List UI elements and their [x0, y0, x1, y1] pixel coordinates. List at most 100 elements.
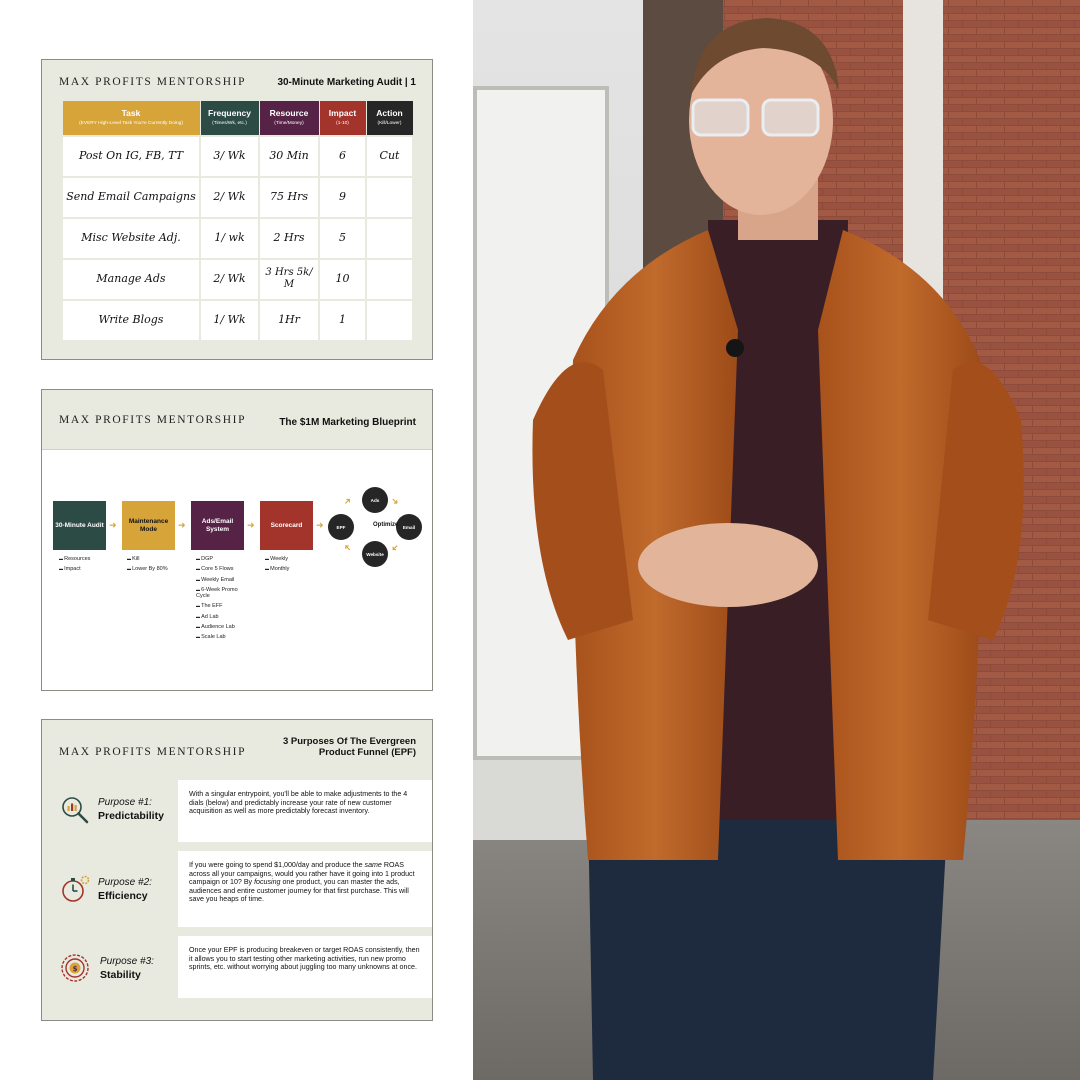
- stopwatch-gear-icon: [62, 875, 90, 902]
- column-header-frequency: Frequency (Times/Wk, etc.): [199, 100, 260, 136]
- scorecard-items: Weekly Monthly: [265, 556, 289, 578]
- slide-title: 30-Minute Marketing Audit | 1: [277, 77, 416, 88]
- resource-cell: 2 Hrs: [258, 216, 320, 260]
- impact-cell: 6: [318, 134, 367, 178]
- blueprint-slide: MAX PROFITS MENTORSHIP The $1M Marketing…: [41, 389, 433, 691]
- glasses-lens-left: [691, 98, 750, 137]
- step-scorecard: Scorecard: [260, 501, 313, 550]
- svg-text:$: $: [73, 965, 78, 973]
- audit-items: Resources Impact: [59, 556, 90, 578]
- impact-cell: 5: [318, 216, 367, 260]
- task-cell: Send Email Campaigns: [61, 175, 201, 219]
- table-row: Post On IG, FB, TT 3/ Wk 30 Min 6 Cut: [61, 134, 414, 178]
- impact-cell: 9: [318, 175, 367, 219]
- target-coin-icon: $: [61, 954, 89, 982]
- cycle-arrow-icon: ➜: [341, 541, 354, 555]
- impact-cell: 10: [318, 257, 367, 301]
- column-header-task: Task (EVERY High-Level Task You're Curren…: [61, 100, 201, 136]
- action-cell: [365, 175, 414, 219]
- action-cell: Cut: [365, 134, 414, 178]
- step-ads-email: Ads/Email System: [191, 501, 244, 550]
- list-item: Monthly: [265, 567, 289, 573]
- purpose-item: Purpose #1: Predictability With a singul…: [42, 780, 432, 842]
- cycle-arrow-icon: ➜: [341, 494, 354, 508]
- list-item: Lower By 80%: [127, 567, 167, 573]
- cycle-arrow-icon: ➜: [388, 541, 402, 555]
- resource-cell: 75 Hrs: [258, 175, 320, 219]
- list-item: Weekly Email: [196, 577, 246, 584]
- audit-slide: MAX PROFITS MENTORSHIP 30-Minute Marketi…: [41, 59, 433, 360]
- slide-header: MAX PROFITS MENTORSHIP The $1M Marketing…: [42, 390, 432, 450]
- column-header-action: Action (Kill/Lower): [365, 100, 414, 136]
- purpose-item: $ Purpose #3: Stability Once your EPF is…: [42, 936, 432, 998]
- task-cell: Post On IG, FB, TT: [61, 134, 201, 178]
- maintenance-items: Kill Lower By 80%: [127, 556, 168, 578]
- presenter-photo: [473, 0, 1080, 1080]
- purpose-number: Purpose #2:: [98, 877, 152, 888]
- frequency-cell: 2/ Wk: [199, 175, 260, 219]
- lapel-microphone: [726, 339, 744, 357]
- purpose-number: Purpose #3:: [100, 956, 154, 967]
- frequency-cell: 2/ Wk: [199, 257, 260, 301]
- brand-logo: MAX PROFITS MENTORSHIP: [59, 414, 247, 426]
- list-item: Kill: [127, 556, 168, 563]
- list-item: Resources: [59, 556, 90, 563]
- task-cell: Misc Website Adj.: [61, 216, 201, 260]
- table-row: Manage Ads 2/ Wk 3 Hrs 5k/ M 10: [61, 257, 414, 301]
- task-cell: Write Blogs: [61, 298, 201, 342]
- column-header-resource: Resource (Time/Money): [258, 100, 320, 136]
- cycle-node-ads: Ads: [362, 487, 388, 513]
- resource-cell: 1Hr: [258, 298, 320, 342]
- list-item: 6-Week Promo Cycle: [196, 587, 246, 600]
- arrow-right-icon: ➜: [178, 520, 186, 530]
- purpose-item: Purpose #2: Efficiency If you were going…: [42, 851, 432, 927]
- purpose-name: Predictability: [98, 810, 164, 822]
- frequency-cell: 1/ wk: [199, 216, 260, 260]
- table-row: Misc Website Adj. 1/ wk 2 Hrs 5: [61, 216, 414, 260]
- purpose-description: Once your EPF is producing breakeven or …: [178, 936, 432, 998]
- cycle-arrow-icon: ➜: [388, 494, 402, 508]
- list-item: Impact: [59, 567, 90, 573]
- table-row: Send Email Campaigns 2/ Wk 75 Hrs 9: [61, 175, 414, 219]
- list-item: Audience Lab: [196, 624, 246, 631]
- frequency-cell: 3/ Wk: [199, 134, 260, 178]
- list-item: Core 5 Flows: [196, 567, 246, 573]
- purpose-description: With a singular entrypoint, you'll be ab…: [178, 780, 432, 842]
- action-cell: [365, 216, 414, 260]
- clasped-hands: [638, 523, 818, 607]
- cycle-node-epf: EPF: [328, 514, 354, 540]
- list-item: The EFF: [196, 603, 246, 610]
- cycle-node-email: Email: [396, 514, 422, 540]
- step-audit: 30-Minute Audit: [53, 501, 106, 550]
- resource-cell: 3 Hrs 5k/ M: [258, 257, 320, 301]
- action-cell: [365, 298, 414, 342]
- task-cell: Manage Ads: [61, 257, 201, 301]
- arrow-right-icon: ➜: [109, 520, 117, 530]
- ads-email-items: DGP Core 5 Flows Weekly Email 6-Week Pro…: [196, 556, 246, 646]
- cycle-center-label: Optimize: [373, 522, 399, 528]
- list-item: DGP: [196, 556, 246, 563]
- list-item: Weekly: [265, 556, 289, 563]
- arrow-right-icon: ➜: [316, 520, 324, 530]
- list-item: Ad Lab: [196, 614, 246, 621]
- purpose-name: Efficiency: [98, 890, 148, 902]
- brand-logo: MAX PROFITS MENTORSHIP: [59, 76, 247, 88]
- cycle-node-website: Website: [362, 541, 388, 567]
- purpose-name: Stability: [100, 969, 141, 981]
- column-header-impact: Impact (1-10): [318, 100, 367, 136]
- list-item: Scale Lab: [196, 635, 246, 641]
- slide-title: The $1M Marketing Blueprint: [279, 417, 416, 428]
- arrow-right-icon: ➜: [247, 520, 255, 530]
- action-cell: [365, 257, 414, 301]
- table-row: Write Blogs 1/ Wk 1Hr 1: [61, 298, 414, 342]
- glasses-lens-right: [761, 98, 820, 137]
- purpose-number: Purpose #1:: [98, 797, 152, 808]
- impact-cell: 1: [318, 298, 367, 342]
- frequency-cell: 1/ Wk: [199, 298, 260, 342]
- resource-cell: 30 Min: [258, 134, 320, 178]
- audit-table: Task (EVERY High-Level Task You're Curren…: [61, 100, 414, 342]
- step-maintenance: Maintenance Mode: [122, 501, 175, 550]
- blueprint-diagram: 30-Minute Audit ➜ Maintenance Mode ➜ Ads…: [42, 450, 432, 690]
- slide-title: 3 Purposes Of The Evergreen Product Funn…: [282, 736, 416, 758]
- brand-logo: MAX PROFITS MENTORSHIP: [59, 746, 247, 758]
